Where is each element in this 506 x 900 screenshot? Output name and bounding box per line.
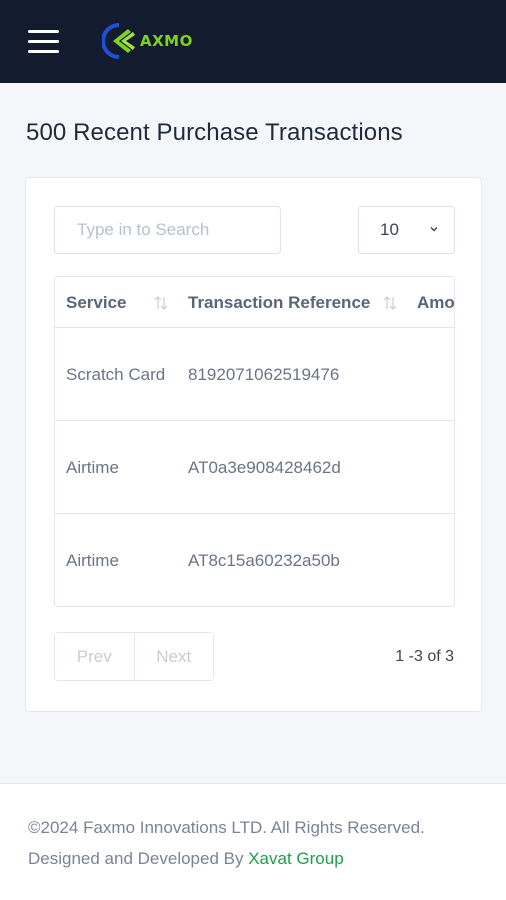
table-row: Scratch Card 8192071062519476 (55, 328, 454, 421)
cell-transaction-reference: AT0a3e908428462d (188, 457, 341, 477)
column-header-amount[interactable]: Amount (417, 277, 454, 328)
table-row: Airtime AT8c15a60232a50b (55, 514, 454, 606)
designer-link[interactable]: Xavat Group (248, 849, 343, 868)
transactions-card: 10 Service Transaction Reference (25, 177, 482, 712)
page-title: 500 Recent Purchase Transactions (26, 119, 403, 146)
chevron-down-icon (430, 227, 438, 232)
designed-by-prefix: Designed and Developed By (28, 849, 249, 868)
table-row: Airtime AT0a3e908428462d (55, 421, 454, 514)
sort-icon[interactable] (153, 294, 169, 312)
sort-icon[interactable] (382, 294, 398, 312)
table-header-row: Service Transaction Reference Amount (55, 277, 454, 328)
next-button[interactable]: Next (133, 633, 213, 680)
top-navbar: AXMO (0, 0, 506, 83)
pagination-buttons: Prev Next (54, 632, 214, 681)
cell-service: Airtime (66, 550, 119, 570)
page-size-value: 10 (380, 220, 399, 239)
cell-service: Scratch Card (66, 364, 166, 384)
logo-text: AXMO (140, 32, 193, 50)
column-header-transaction-reference[interactable]: Transaction Reference (188, 277, 370, 328)
page-size-select[interactable]: 10 (358, 206, 455, 254)
designed-by-text: Designed and Developed By Xavat Group (28, 849, 344, 869)
pagination-info: 1 -3 of 3 (395, 648, 454, 665)
cell-transaction-reference: AT8c15a60232a50b (188, 550, 340, 570)
cell-transaction-reference: 8192071062519476 (188, 364, 340, 384)
prev-button[interactable]: Prev (55, 633, 134, 680)
app-logo[interactable]: AXMO (102, 22, 193, 60)
hamburger-menu-icon[interactable] (28, 30, 59, 54)
search-input[interactable] (54, 206, 281, 254)
logo-icon (102, 23, 135, 59)
transactions-table[interactable]: Service Transaction Reference Amount (54, 276, 455, 607)
column-header-service[interactable]: Service (66, 277, 127, 328)
copyright-text: ©2024 Faxmo Innovations LTD. All Rights … (28, 818, 425, 837)
page-footer: ©2024 Faxmo Innovations LTD. All Rights … (0, 783, 506, 900)
cell-service: Airtime (66, 457, 119, 477)
